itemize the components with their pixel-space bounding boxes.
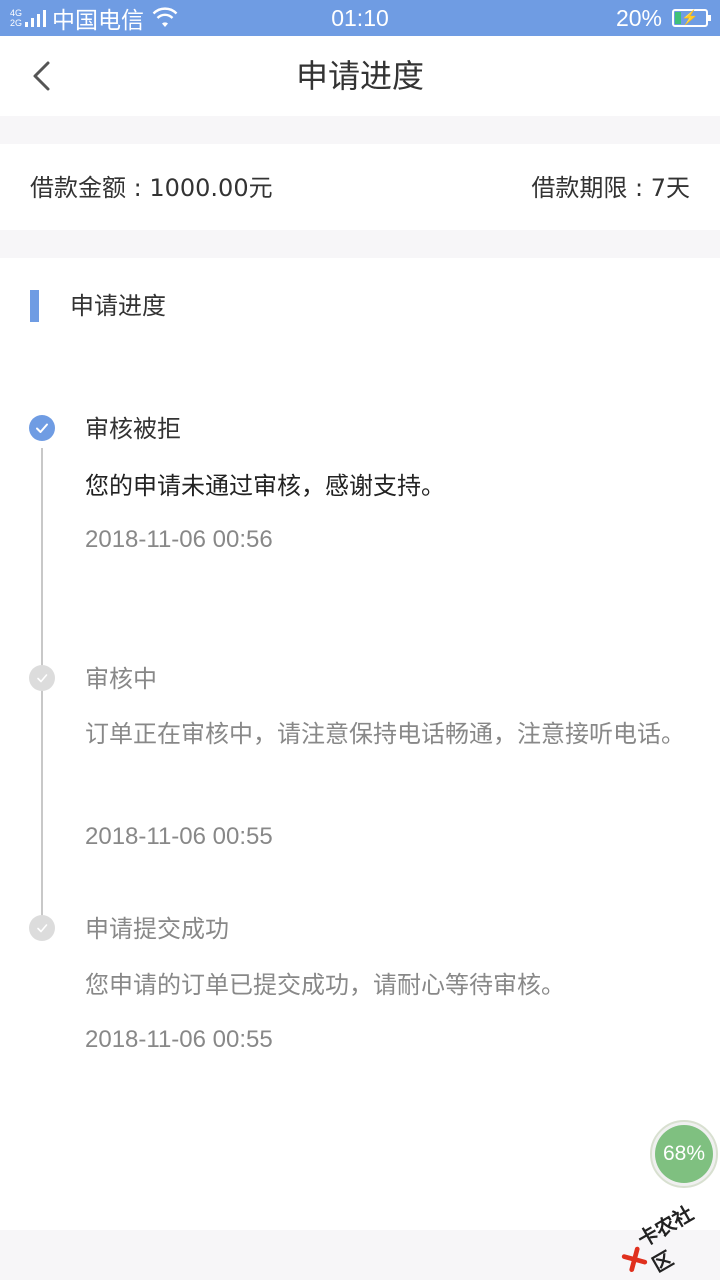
- step-desc-rejected: 您的申请未通过审核，感谢支持。: [85, 472, 445, 500]
- loan-amount: 借款金额 : 1000.00元: [30, 174, 273, 202]
- step-title-submitted: 申请提交成功: [85, 915, 229, 943]
- status-bar: 4G 2G 中国电信 01:10 20% ⚡: [0, 0, 720, 36]
- loan-info-card: 借款金额 : 1000.00元 借款期限 : 7天: [0, 144, 720, 230]
- charging-bolt-icon: ⚡: [681, 9, 699, 25]
- step-submitted-check-icon: [29, 915, 55, 941]
- step-desc-submitted: 您申请的订单已提交成功，请耐心等待审核。: [85, 971, 565, 999]
- status-time: 01:10: [331, 5, 389, 31]
- step-time-rejected: 2018-11-06 00:56: [85, 526, 273, 553]
- step-title-reviewing: 审核中: [85, 665, 157, 693]
- battery-percent: 20%: [615, 4, 662, 31]
- progress-card: 申请进度 审核被拒 您的申请未通过审核，感谢支持。 2018-11-06 00:…: [0, 258, 720, 1230]
- app-header: 申请进度: [0, 36, 720, 116]
- floating-memory-widget[interactable]: 68%: [650, 1120, 718, 1188]
- section-title: 申请进度: [70, 292, 166, 320]
- step-reviewing-check-icon: [29, 665, 55, 691]
- step-time-submitted: 2018-11-06 00:55: [85, 1026, 273, 1053]
- step-desc-reviewing: 订单正在审核中，请注意保持电话畅通，注意接听电话。: [85, 720, 685, 748]
- step-title-rejected: 审核被拒: [85, 415, 181, 443]
- loan-term: 借款期限 : 7天: [531, 174, 690, 202]
- step-rejected-check-icon: [29, 415, 55, 441]
- battery-icon: ⚡: [672, 9, 711, 27]
- status-right: 20% ⚡: [615, 0, 711, 36]
- section-accent-bar: [30, 290, 39, 322]
- step-time-reviewing: 2018-11-06 00:55: [85, 823, 273, 850]
- page-title: 申请进度: [295, 57, 424, 95]
- floating-widget-value: 68%: [655, 1125, 713, 1183]
